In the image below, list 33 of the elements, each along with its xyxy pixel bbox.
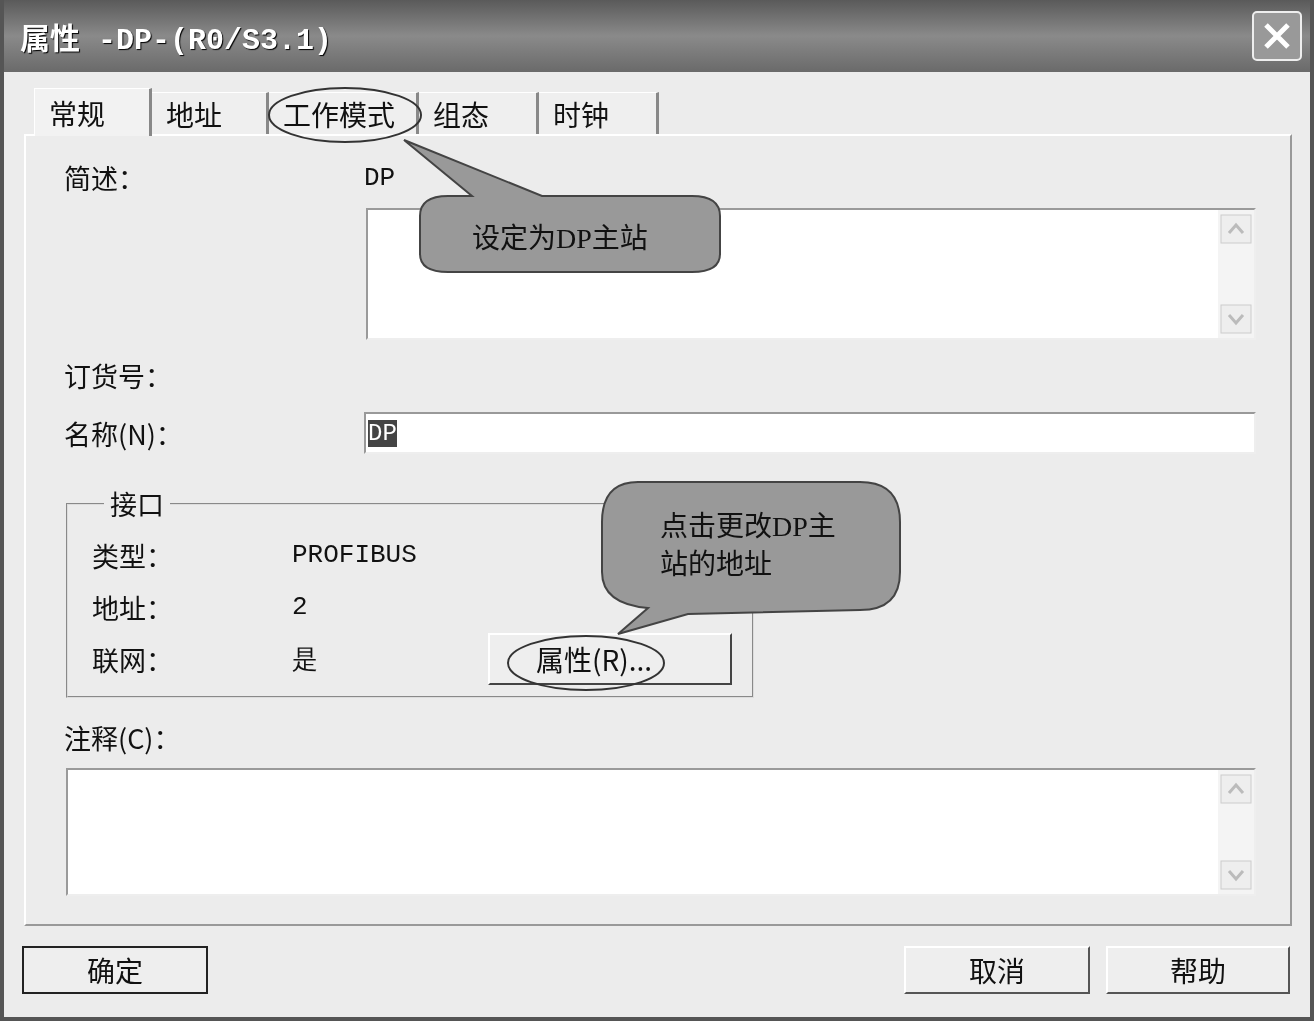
field-label: 简述： [64,158,146,197]
scroll-down-icon[interactable] [1220,304,1252,334]
field-label: 订货号： [64,356,173,395]
short-description-value: DP [364,162,397,193]
scroll-down-icon[interactable] [1220,860,1252,890]
comment-field[interactable] [66,768,1256,896]
tab[interactable]: 工作模式 [269,92,419,134]
tab[interactable]: 常规 [34,88,152,136]
scroll-up-icon[interactable] [1220,214,1252,244]
callout-text: 设定为DP主站 [472,222,648,256]
tab[interactable]: 地址 [152,92,269,134]
name-field[interactable]: DP [364,412,1256,454]
callout-text: 点击更改DP主站的地址 [660,510,837,582]
close-button[interactable] [1252,11,1302,61]
field-value: 是 [292,644,319,677]
field-value: 2 [292,592,309,622]
field-label: 地址： [92,587,174,627]
field-value: PROFIBUS [292,540,418,570]
group-title: 接口 [109,484,165,523]
field-label: 名称(N)： [64,413,184,453]
tab[interactable]: 时钟 [539,92,659,134]
tab[interactable]: 组态 [419,92,539,134]
field-label: 类型： [92,535,174,575]
cancel-button[interactable]: 取消 [904,946,1090,994]
window-title: 属性 -DP-(R0/S3.1) [20,22,333,58]
field-label: 注释(C)： [64,718,182,757]
ok-button[interactable]: 确定 [22,946,208,994]
scroll-up-icon[interactable] [1220,774,1252,804]
help-button[interactable]: 帮助 [1106,946,1290,994]
field-label: 联网： [92,639,174,679]
selected-text: DP [368,419,397,447]
close-icon [1262,21,1292,51]
properties-button[interactable]: 属性(R)... [488,633,732,685]
